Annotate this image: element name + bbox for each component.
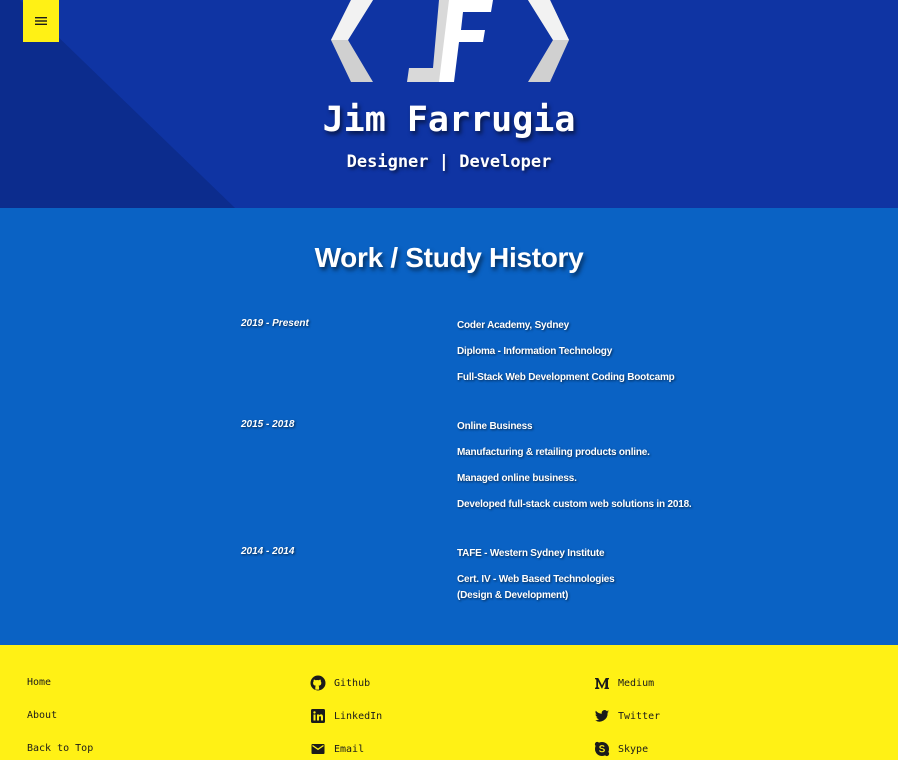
entry-line: Coder Academy, Sydney (457, 320, 569, 331)
entry-line: Developed full-stack custom web solution… (457, 499, 692, 510)
hamburger-icon (35, 14, 47, 29)
entry-date: 2014 - 2014 (241, 546, 295, 557)
entry-details: Online Business Manufacturing & retailin… (457, 419, 757, 523)
entry-line: Managed online business. (457, 473, 577, 484)
twitter-icon (594, 708, 610, 724)
footer-link-home[interactable]: Home (27, 677, 51, 688)
footer-link-label: Home (27, 677, 52, 688)
jf-logo (331, 0, 569, 82)
tagline: Designer | Developer (346, 152, 552, 172)
linkedin-icon (310, 708, 326, 724)
site-owner-name: Jim Farrugia (322, 100, 576, 140)
footer-link-label: LinkedIn (334, 710, 383, 722)
entry-line: Diploma - Information Technology (457, 346, 613, 357)
footer-link-twitter[interactable]: Twitter (594, 708, 660, 724)
footer-link-about[interactable]: About (27, 710, 57, 721)
skype-icon (594, 741, 610, 757)
footer-link-medium[interactable]: Medium (594, 675, 654, 691)
footer-link-label: Email (334, 743, 365, 755)
entry-line: Manufacturing & retailing products onlin… (457, 447, 650, 458)
entry-details: TAFE - Western Sydney Institute Cert. IV… (457, 546, 757, 614)
footer-link-label: Skype (618, 743, 649, 755)
entry-line: Cert. IV - Web Based Technologies (457, 574, 615, 585)
footer-link-label: Twitter (618, 710, 661, 722)
entry-line: Online Business (457, 421, 533, 432)
footer-link-skype[interactable]: Skype (594, 741, 648, 757)
footer-link-label: Github (334, 677, 371, 689)
entry-details: Coder Academy, Sydney Diploma - Informat… (457, 318, 757, 396)
work-study-history-section: Work / Study History 2019 - Present Code… (0, 208, 898, 645)
medium-icon (594, 675, 610, 691)
menu-button[interactable] (23, 0, 59, 42)
entry-line: TAFE - Western Sydney Institute (457, 548, 605, 559)
footer-link-label: Back to Top (27, 743, 94, 754)
github-icon (310, 675, 326, 691)
section-title: Work / Study History (314, 242, 584, 273)
footer: Home About Back to Top Github LinkedIn E… (0, 645, 898, 760)
entry-line: Full-Stack Web Development Coding Bootca… (457, 372, 675, 383)
hero-header: Jim Farrugia Designer | Developer (0, 0, 898, 208)
footer-link-email[interactable]: Email (310, 741, 364, 757)
footer-link-linkedin[interactable]: LinkedIn (310, 708, 382, 724)
entry-date: 2019 - Present (241, 318, 309, 329)
email-icon (310, 741, 326, 757)
entry-date: 2015 - 2018 (241, 419, 295, 430)
footer-link-back-to-top[interactable]: Back to Top (27, 743, 93, 754)
footer-link-github[interactable]: Github (310, 675, 370, 691)
entry-line: (Design & Development) (457, 590, 569, 601)
footer-link-label: Medium (618, 677, 655, 689)
footer-link-label: About (27, 710, 58, 721)
